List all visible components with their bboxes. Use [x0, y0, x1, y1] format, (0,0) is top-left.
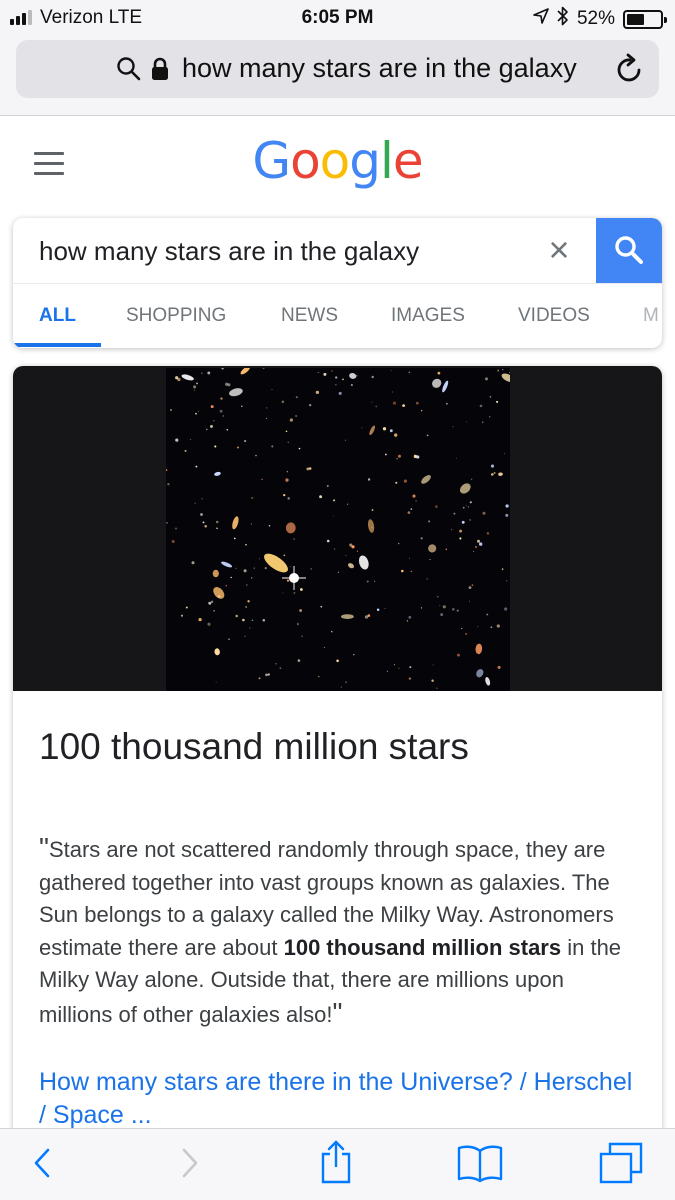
tabs-icon[interactable] [598, 1141, 644, 1190]
logo-letter: l [380, 132, 394, 190]
active-tab-indicator [13, 343, 101, 347]
tab-all[interactable]: ALL [39, 305, 76, 327]
tab-images[interactable]: IMAGES [391, 305, 465, 327]
search-box: how many stars are in the galaxy × ALL S… [13, 218, 662, 348]
tab-shopping[interactable]: SHOPPING [126, 305, 226, 327]
clear-button[interactable]: × [541, 232, 577, 268]
bookmarks-icon[interactable] [456, 1143, 504, 1188]
search-icon [615, 236, 643, 264]
featured-snippet-card: 100 thousand million stars "Stars are no… [13, 366, 662, 1136]
back-icon[interactable] [30, 1145, 54, 1186]
deep-field-image[interactable] [166, 368, 510, 691]
battery-icon [623, 9, 667, 29]
result-image-frame[interactable] [13, 366, 662, 691]
reload-icon[interactable] [615, 53, 645, 90]
address-bar[interactable]: how many stars are in the galaxy [16, 40, 659, 98]
snippet-highlight: 100 thousand million stars [283, 934, 562, 960]
bluetooth-icon [557, 6, 569, 32]
location-arrow-icon [533, 8, 549, 30]
result-title: 100 thousand million stars [39, 726, 469, 767]
open-quote: " [39, 832, 49, 863]
search-input[interactable]: how many stars are in the galaxy [39, 236, 419, 267]
result-snippet: "Stars are not scattered randomly throug… [39, 832, 639, 1032]
logo-letter: G [252, 132, 291, 190]
logo-letter: e [392, 132, 424, 190]
google-logo[interactable]: Google [0, 132, 675, 190]
search-icon [116, 56, 142, 87]
tab-more[interactable]: M [643, 305, 659, 327]
search-button[interactable] [596, 218, 662, 283]
status-bar: Verizon LTE 6:05 PM 52% [0, 0, 675, 36]
share-icon[interactable] [316, 1139, 356, 1190]
lock-icon [150, 57, 170, 86]
logo-letter: o [290, 132, 321, 190]
logo-letter: g [349, 132, 381, 190]
battery-percent: 52% [576, 8, 615, 29]
logo-letter: o [319, 132, 351, 190]
address-text[interactable]: how many stars are in the galaxy [182, 53, 577, 84]
tab-videos[interactable]: VIDEOS [518, 305, 590, 327]
tab-news[interactable]: NEWS [281, 305, 338, 327]
bottom-toolbar [0, 1128, 675, 1200]
divider [13, 283, 662, 284]
close-quote: " [332, 996, 343, 1028]
result-link[interactable]: How many stars are there in the Universe… [39, 1066, 639, 1132]
forward-icon[interactable] [178, 1145, 202, 1186]
browser-toolbar: how many stars are in the galaxy [0, 36, 675, 116]
